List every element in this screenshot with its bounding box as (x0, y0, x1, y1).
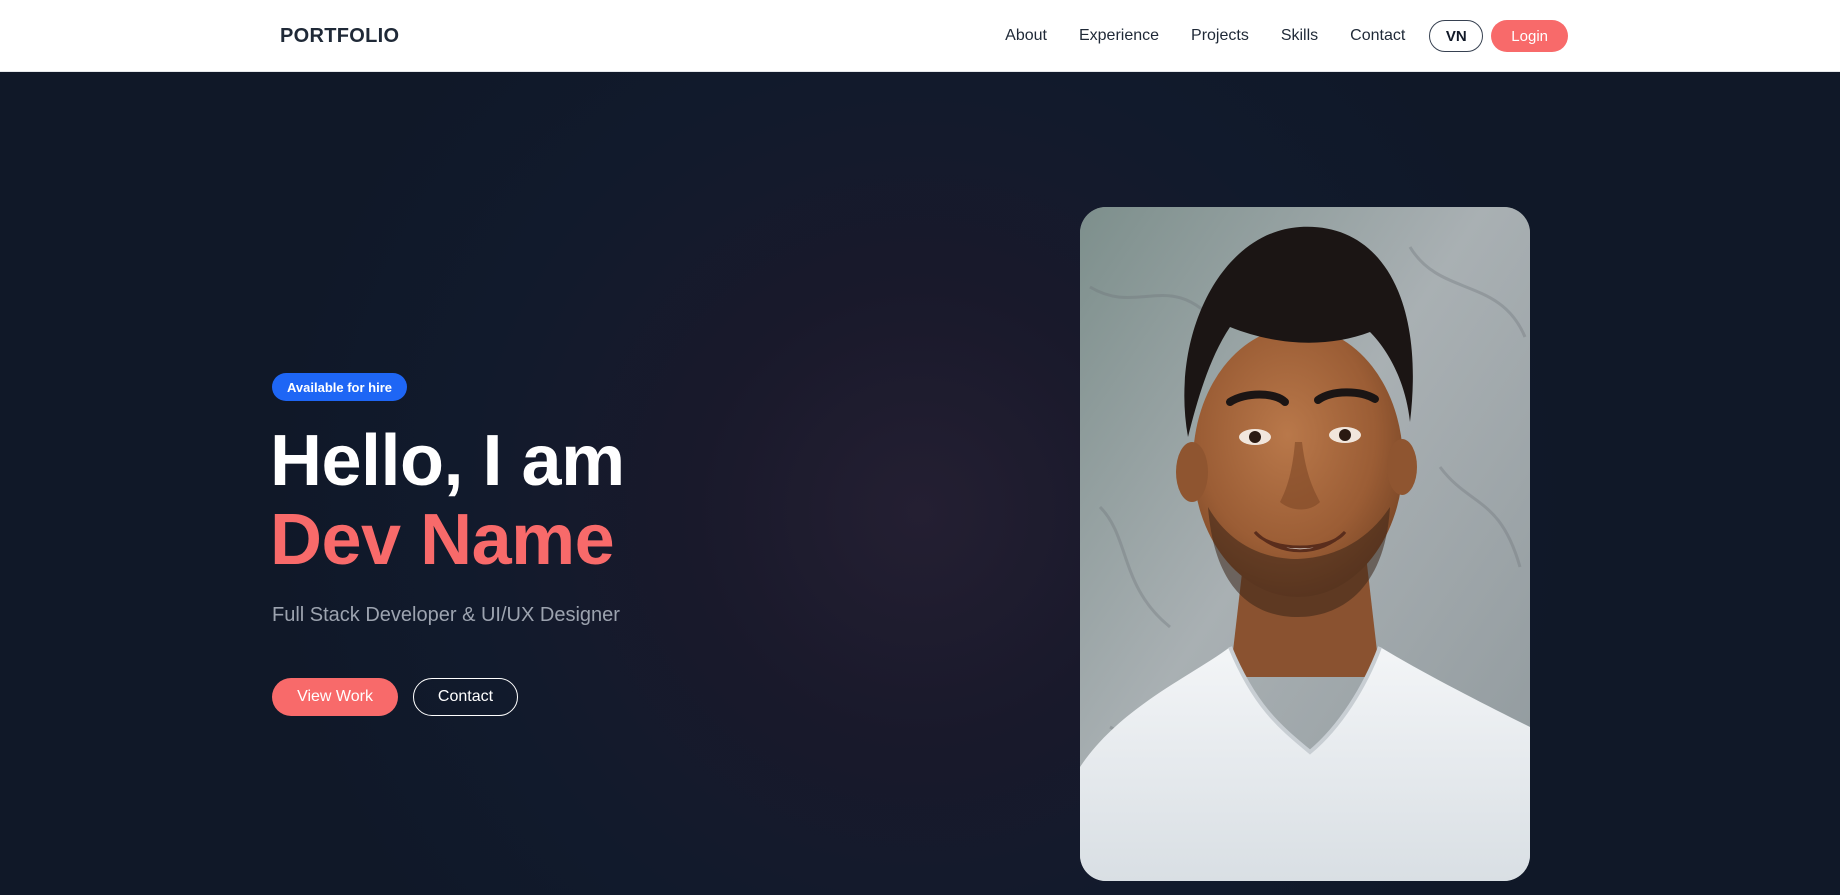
hero-section: Available for hire Hello, I am Dev Name … (0, 72, 1840, 895)
contact-button[interactable]: Contact (413, 678, 518, 716)
portrait-illustration (1080, 207, 1530, 881)
nav-contact[interactable]: Contact (1350, 27, 1405, 45)
profile-photo (1080, 207, 1530, 881)
language-toggle-button[interactable]: VN (1429, 20, 1484, 52)
login-button[interactable]: Login (1491, 20, 1568, 52)
availability-badge: Available for hire (272, 373, 407, 401)
hero-subtitle: Full Stack Developer & UI/UX Designer (272, 604, 620, 626)
nav-experience[interactable]: Experience (1079, 27, 1159, 45)
hero-name: Dev Name (270, 500, 615, 580)
nav-about[interactable]: About (1005, 27, 1047, 45)
nav-skills[interactable]: Skills (1281, 27, 1318, 45)
main-nav: About Experience Projects Skills Contact… (1005, 0, 1568, 72)
brand-logo[interactable]: PORTFOLIO (280, 0, 399, 72)
nav-projects[interactable]: Projects (1191, 27, 1249, 45)
view-work-button[interactable]: View Work (272, 678, 398, 716)
hero-greeting: Hello, I am (270, 421, 625, 501)
top-navbar: PORTFOLIO About Experience Projects Skil… (0, 0, 1840, 72)
